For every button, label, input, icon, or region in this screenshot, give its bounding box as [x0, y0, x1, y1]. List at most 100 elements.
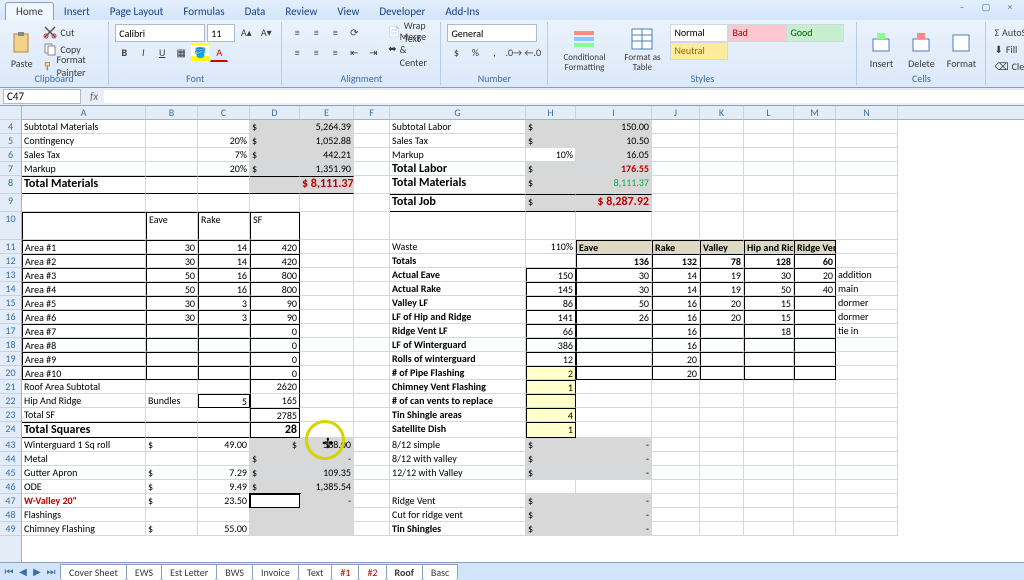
cell[interactable] — [354, 282, 390, 296]
cell[interactable]: 20 — [794, 268, 836, 282]
border-button[interactable]: ▦ — [172, 44, 190, 62]
cell[interactable]: Total Materials — [22, 176, 146, 194]
cell[interactable] — [794, 394, 836, 408]
cell[interactable]: 30 — [744, 268, 794, 282]
cell[interactable]: 49.00 — [198, 438, 250, 452]
bold-button[interactable]: B — [115, 44, 133, 62]
cell[interactable]: Metal — [22, 452, 146, 466]
cell[interactable]: 800 — [250, 282, 300, 296]
cell[interactable] — [836, 176, 898, 194]
cell[interactable] — [300, 408, 354, 422]
cell[interactable]: 2 — [526, 366, 576, 380]
cell[interactable] — [700, 352, 744, 366]
cell[interactable]: 1,052.88 — [300, 134, 354, 148]
col-header[interactable]: E — [300, 106, 354, 119]
cell[interactable]: 3 — [198, 296, 250, 310]
cell[interactable] — [700, 438, 744, 452]
cell[interactable] — [354, 366, 390, 380]
cell[interactable]: 16 — [652, 324, 700, 338]
first-sheet-button[interactable]: ⏮ — [2, 565, 16, 579]
col-header[interactable]: F — [354, 106, 390, 119]
cell[interactable] — [146, 120, 198, 134]
tab-insert[interactable]: Insert — [54, 3, 100, 20]
cell[interactable] — [354, 338, 390, 352]
cell[interactable]: 16.05 — [576, 148, 652, 162]
cell[interactable] — [794, 194, 836, 212]
cell[interactable]: Total Job — [390, 194, 526, 212]
cell[interactable] — [794, 134, 836, 148]
cell[interactable]: 1 — [526, 380, 576, 394]
cell[interactable]: 19 — [700, 282, 744, 296]
cell[interactable]: Chimney Vent Flashing — [390, 380, 526, 394]
cell[interactable] — [354, 310, 390, 324]
col-header[interactable]: H — [526, 106, 576, 119]
cell[interactable] — [744, 134, 794, 148]
cell[interactable] — [250, 176, 300, 194]
cell[interactable] — [354, 212, 390, 240]
cell[interactable] — [794, 422, 836, 438]
cell[interactable]: 14 — [652, 282, 700, 296]
cell[interactable]: Valley — [700, 240, 744, 254]
cell[interactable]: 15 — [744, 310, 794, 324]
cell[interactable]: Actual Eave — [390, 268, 526, 282]
cell[interactable]: - — [576, 522, 652, 536]
cell[interactable] — [300, 254, 354, 268]
cell[interactable]: 19 — [700, 268, 744, 282]
cell[interactable] — [700, 452, 744, 466]
cell[interactable] — [146, 324, 198, 338]
cell[interactable] — [22, 212, 146, 240]
cell[interactable] — [146, 176, 198, 194]
cell[interactable]: LF of Hip and Ridge — [390, 310, 526, 324]
cell[interactable] — [354, 120, 390, 134]
cell[interactable]: 588.00 — [300, 438, 354, 452]
cell[interactable] — [526, 254, 576, 268]
cell[interactable]: 136 — [576, 254, 652, 268]
cell[interactable] — [794, 438, 836, 452]
cell[interactable] — [146, 162, 198, 176]
cell[interactable]: 20 — [700, 296, 744, 310]
cell[interactable]: Sales Tax — [390, 134, 526, 148]
cell[interactable] — [794, 120, 836, 134]
italic-button[interactable]: I — [134, 44, 152, 62]
cell[interactable] — [700, 380, 744, 394]
cell[interactable] — [836, 452, 898, 466]
cell[interactable]: Markup — [22, 162, 146, 176]
cell[interactable] — [700, 522, 744, 536]
cell[interactable] — [146, 508, 198, 522]
cell[interactable] — [744, 394, 794, 408]
cell[interactable] — [576, 338, 652, 352]
cell[interactable]: 16 — [198, 282, 250, 296]
cell[interactable]: Bundles — [146, 394, 198, 408]
cell[interactable]: 1,351.90 — [300, 162, 354, 176]
cell[interactable]: $ — [146, 466, 198, 480]
row-header[interactable]: 7 — [0, 162, 21, 176]
next-sheet-button[interactable]: ▶ — [30, 565, 44, 579]
cell-styles-gallery[interactable]: Normal Bad Good Neutral — [670, 24, 850, 60]
tab-view[interactable]: View — [327, 3, 369, 20]
cell[interactable] — [836, 134, 898, 148]
cell[interactable] — [146, 380, 198, 394]
cell[interactable]: $ — [250, 438, 300, 452]
cell[interactable] — [576, 422, 652, 438]
cell[interactable]: SF — [250, 212, 300, 240]
cell[interactable]: 16 — [198, 268, 250, 282]
cell[interactable] — [146, 194, 198, 212]
cell[interactable]: LF of Winterguard — [390, 338, 526, 352]
cell[interactable]: Satellite Dish — [390, 422, 526, 438]
decrease-decimal-button[interactable]: ←.0 — [523, 44, 541, 62]
cell[interactable] — [354, 522, 390, 536]
cell[interactable] — [744, 494, 794, 508]
col-header[interactable]: L — [744, 106, 794, 119]
cell[interactable] — [836, 408, 898, 422]
cell[interactable] — [300, 338, 354, 352]
tab-addins[interactable]: Add-Ins — [435, 3, 489, 20]
accounting-button[interactable]: $ — [447, 44, 465, 62]
fill-color-button[interactable]: 🪣 — [191, 44, 209, 62]
cell[interactable]: 14 — [198, 240, 250, 254]
merge-center-button[interactable]: ⬌Merge & Center — [386, 41, 434, 57]
cell[interactable]: 30 — [576, 268, 652, 282]
cell[interactable]: 15 — [744, 296, 794, 310]
cell[interactable] — [794, 176, 836, 194]
cell[interactable] — [354, 422, 390, 438]
cell[interactable]: Chimney Flashing — [22, 522, 146, 536]
